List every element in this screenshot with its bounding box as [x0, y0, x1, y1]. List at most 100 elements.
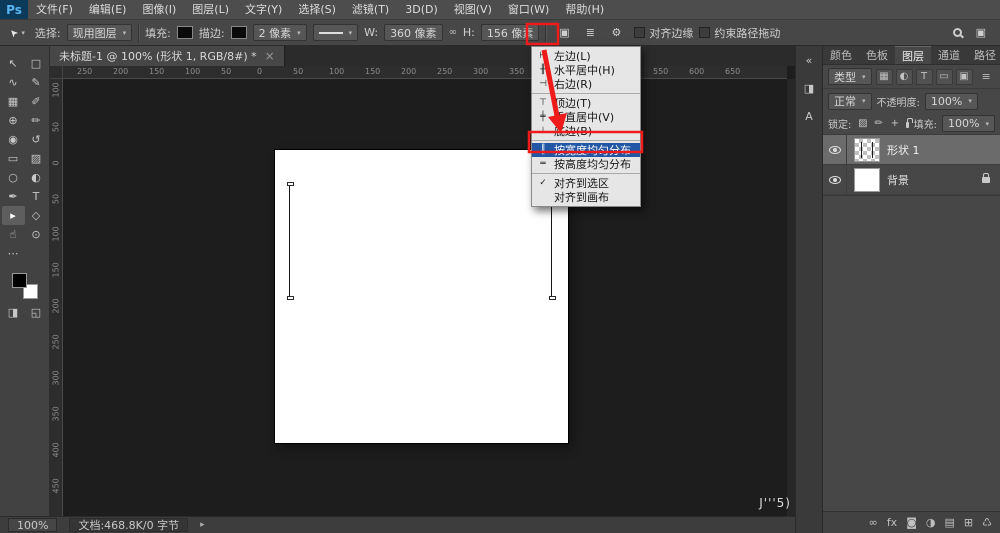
align-menu-item[interactable]: ╫ 水平居中(H): [532, 63, 640, 77]
layer-name[interactable]: 背景: [887, 172, 982, 188]
filter-pixel-icon[interactable]: ▦: [876, 69, 893, 85]
align-menu-item[interactable]: ⊢ 左边(L): [532, 49, 640, 63]
delete-layer-icon[interactable]: ♺: [982, 516, 992, 529]
vertical-scrollbar[interactable]: [787, 79, 795, 516]
crop-tool[interactable]: ▦: [2, 92, 25, 111]
path-arrange-button[interactable]: ▣: [552, 24, 576, 42]
stroke-style-dropdown[interactable]: ▾: [313, 24, 359, 41]
layer-thumbnail[interactable]: [854, 138, 880, 162]
menu-layer[interactable]: 图层(L): [184, 0, 237, 19]
tab-paths[interactable]: 路径: [967, 46, 1000, 64]
history-brush-tool[interactable]: ↺: [25, 130, 48, 149]
new-layer-icon[interactable]: ⊞: [964, 516, 973, 529]
stroke-width-dropdown[interactable]: 2 像素 ▾: [253, 24, 307, 41]
layer-visibility-toggle[interactable]: [823, 135, 847, 164]
quick-selection-tool[interactable]: ✎: [25, 73, 48, 92]
height-field[interactable]: 156 像素: [481, 24, 540, 41]
align-menu-item[interactable]: 对齐到画布: [532, 190, 640, 204]
panel-menu-icon[interactable]: ≡: [977, 70, 996, 83]
pen-tool[interactable]: ✒: [2, 187, 25, 206]
canvas-area[interactable]: 2502001501005005010015020025030035040045…: [50, 66, 795, 516]
healing-brush-tool[interactable]: ⊕: [2, 111, 25, 130]
eyedropper-tool[interactable]: ✐: [25, 92, 48, 111]
tab-swatches[interactable]: 色板: [859, 46, 895, 64]
adjustment-layer-icon[interactable]: ◑: [926, 516, 936, 529]
quick-mask-icon[interactable]: ◨: [2, 303, 25, 322]
link-dimensions-icon[interactable]: ∞: [449, 27, 457, 38]
menu-3d[interactable]: 3D(D): [397, 0, 446, 19]
close-tab-icon[interactable]: ×: [265, 49, 275, 63]
align-menu-item[interactable]: ✓ 对齐到选区: [532, 176, 640, 190]
opacity-dropdown[interactable]: 100% ▾: [925, 93, 978, 110]
blend-mode-dropdown[interactable]: 正常 ▾: [828, 93, 872, 110]
search-icon[interactable]: [953, 28, 962, 37]
gradient-tool[interactable]: ▨: [25, 149, 48, 168]
hand-tool[interactable]: ☝: [2, 225, 25, 244]
blur-tool[interactable]: ○: [2, 168, 25, 187]
align-distribute-button[interactable]: ≣: [578, 24, 602, 42]
shape-tool[interactable]: ◇: [25, 206, 48, 225]
align-menu-item[interactable]: ║ 按宽度均匀分布: [532, 143, 640, 157]
filter-type-icon[interactable]: T: [916, 69, 933, 85]
lock-all-icon[interactable]: [906, 122, 908, 128]
dodge-tool[interactable]: ◐: [25, 168, 48, 187]
filter-kind-dropdown[interactable]: 类型 ▾: [828, 68, 872, 85]
filter-shape-icon[interactable]: ▭: [936, 69, 953, 85]
layer-name[interactable]: 形状 1: [887, 142, 982, 158]
zoom-tool[interactable]: ⊙: [25, 225, 48, 244]
layer-thumbnail[interactable]: [854, 168, 880, 192]
workspace-switcher-icon[interactable]: ▣: [976, 26, 986, 39]
align-edges-checkbox[interactable]: [634, 27, 645, 38]
layer-visibility-toggle[interactable]: [823, 165, 847, 194]
path-selection-tool[interactable]: ▸: [2, 206, 25, 225]
layer-mask-icon[interactable]: ◙: [906, 516, 917, 529]
menu-view[interactable]: 视图(V): [446, 0, 500, 19]
document-tab[interactable]: 未标题-1 @ 100% (形状 1, RGB/8#) * ×: [50, 46, 285, 66]
menu-select[interactable]: 选择(S): [290, 0, 344, 19]
menu-window[interactable]: 窗口(W): [500, 0, 557, 19]
tab-channels[interactable]: 通道: [931, 46, 967, 64]
path-operations-button[interactable]: ⚙: [604, 24, 628, 42]
filter-smartobject-icon[interactable]: ▣: [956, 69, 973, 85]
width-field[interactable]: 360 像素: [384, 24, 443, 41]
lock-pixels-icon[interactable]: ✏: [872, 118, 885, 129]
layer-effects-icon[interactable]: fx: [887, 516, 897, 529]
menu-filter[interactable]: 滤镜(T): [344, 0, 397, 19]
tab-color[interactable]: 颜色: [823, 46, 859, 64]
drawn-line-shape-2[interactable]: [551, 192, 552, 298]
move-tool[interactable]: ↖: [2, 54, 25, 73]
align-menu-item[interactable]: ⊤ 顶边(T): [532, 96, 640, 110]
lock-position-icon[interactable]: +: [888, 118, 901, 129]
dock-panel-icon-1[interactable]: ◨: [799, 78, 819, 98]
foreground-color-swatch[interactable]: [12, 273, 27, 288]
collapse-panels-icon[interactable]: «: [799, 50, 819, 70]
lock-transparent-icon[interactable]: ▨: [856, 118, 869, 129]
menu-help[interactable]: 帮助(H): [557, 0, 612, 19]
align-menu-item[interactable]: ╪ 垂直居中(V): [532, 110, 640, 124]
layer-group-icon[interactable]: ▤: [945, 516, 955, 529]
dock-panel-icon-2[interactable]: A: [799, 106, 819, 126]
fill-color-swatch[interactable]: [177, 26, 193, 39]
document-canvas[interactable]: [275, 150, 568, 443]
lasso-tool[interactable]: ∿: [2, 73, 25, 92]
align-menu-item[interactable]: ⊥ 底边(B): [532, 124, 640, 138]
menu-image[interactable]: 图像(I): [134, 0, 184, 19]
tab-layers[interactable]: 图层: [895, 46, 931, 64]
fill-opacity-dropdown[interactable]: 100% ▾: [942, 115, 995, 132]
clone-stamp-tool[interactable]: ◉: [2, 130, 25, 149]
link-layers-icon[interactable]: ∞: [869, 516, 878, 529]
marquee-tool[interactable]: □: [25, 54, 48, 73]
layer-row[interactable]: 背景: [823, 165, 1000, 195]
type-tool[interactable]: T: [25, 187, 48, 206]
eraser-tool[interactable]: ▭: [2, 149, 25, 168]
menu-type[interactable]: 文字(Y): [237, 0, 290, 19]
align-menu-item[interactable]: ⊣ 右边(R): [532, 77, 640, 91]
select-scope-dropdown[interactable]: 现用图层 ▾: [67, 24, 133, 41]
ruler-origin-corner[interactable]: [50, 66, 63, 79]
constrain-path-checkbox[interactable]: [699, 27, 710, 38]
drawn-line-shape-1[interactable]: [289, 184, 290, 298]
zoom-level-field[interactable]: 100%: [8, 518, 57, 532]
menu-edit[interactable]: 编辑(E): [81, 0, 135, 19]
layer-row[interactable]: 形状 1: [823, 135, 1000, 165]
status-chevron-icon[interactable]: ▸: [200, 520, 205, 530]
